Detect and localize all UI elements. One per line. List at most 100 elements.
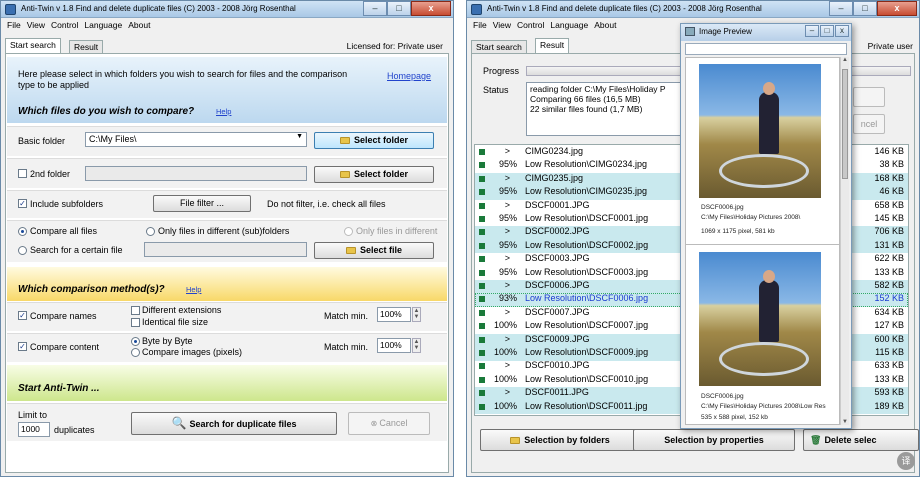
- scroll-thumb[interactable]: [842, 69, 848, 179]
- file-name: Low Resolution\DSCF0002.jpg: [525, 239, 649, 250]
- match-percent: 95%: [498, 266, 517, 277]
- cancel-button[interactable]: ncel: [853, 114, 885, 134]
- include-subfolders-label: Include subfolders: [30, 199, 104, 209]
- select-second-folder-button[interactable]: Select folder: [314, 166, 434, 183]
- translate-icon[interactable]: 译: [897, 452, 915, 470]
- preview-close-button[interactable]: x: [835, 25, 849, 37]
- license-text: Licensed for: Private user: [346, 41, 443, 51]
- section2-title: Which comparison method(s)?: [18, 284, 165, 295]
- only-diff-subfolders-radio[interactable]: [146, 227, 155, 236]
- second-folder-checkbox[interactable]: [18, 169, 27, 178]
- limit-input[interactable]: 1000: [18, 422, 50, 437]
- search-duplicates-button[interactable]: 🔍 Search for duplicate files: [131, 412, 337, 435]
- bicycle-shape: [719, 154, 809, 188]
- match-names-spinner[interactable]: ▲ ▼: [412, 307, 421, 322]
- menu-control[interactable]: Control: [51, 18, 78, 32]
- minimize-button[interactable]: –: [829, 1, 853, 16]
- menu-language[interactable]: Language: [550, 18, 588, 32]
- menu-about[interactable]: About: [128, 18, 150, 32]
- file-size: 634 KB: [874, 306, 904, 317]
- match-percent: 95%: [498, 213, 517, 223]
- maximize-button[interactable]: □: [387, 1, 411, 16]
- cancel-icon: ⊗: [370, 419, 378, 428]
- preview-title-bar[interactable]: Image Preview – □ x: [681, 24, 851, 41]
- preview-divider: [686, 244, 839, 245]
- homepage-link[interactable]: Homepage: [387, 71, 431, 81]
- byte-by-byte-radio[interactable]: [131, 337, 140, 346]
- only-diff-folders-label: Only files in different: [356, 226, 438, 236]
- match-content-spinner[interactable]: ▲ ▼: [412, 338, 421, 353]
- compare-all-radio[interactable]: [18, 227, 27, 236]
- preview-toolbar: [685, 43, 847, 55]
- match-percent: >: [504, 387, 510, 398]
- basic-folder-label: Basic folder: [18, 136, 66, 146]
- second-folder-combo[interactable]: [85, 166, 307, 181]
- tab-start-search[interactable]: Start search: [5, 38, 61, 54]
- only-diff-folders-radio[interactable]: [344, 227, 353, 236]
- section1-title: Which files do you wish to compare?: [18, 106, 195, 117]
- search-file-input[interactable]: [144, 242, 307, 257]
- menu-view[interactable]: View: [27, 18, 45, 32]
- second-folder-label: 2nd folder: [30, 169, 71, 179]
- close-button[interactable]: x: [877, 1, 917, 16]
- close-button[interactable]: x: [411, 1, 451, 16]
- basic-folder-value: C:\My Files\: [89, 134, 137, 144]
- match-names-input[interactable]: 100%: [377, 307, 411, 322]
- file-size: 582 KB: [874, 280, 904, 290]
- file-name: Low Resolution\DSCF0010.jpg: [525, 373, 649, 384]
- file-filter-button[interactable]: File filter ...: [153, 195, 251, 212]
- menu-control[interactable]: Control: [517, 18, 544, 32]
- search-file-radio[interactable]: [18, 246, 27, 255]
- scroll-up-icon[interactable]: ▲: [841, 57, 849, 63]
- file-name: DSCF0011.JPG: [525, 387, 589, 398]
- progress-label: Progress: [483, 66, 520, 76]
- identical-size-checkbox[interactable]: [131, 318, 140, 327]
- file-size: 133 KB: [874, 373, 904, 384]
- file-size: 189 KB: [874, 400, 904, 411]
- tab-result[interactable]: Result: [69, 40, 104, 54]
- select-file-button[interactable]: Select file: [314, 242, 434, 259]
- hidden-button-1[interactable]: [853, 87, 885, 107]
- section2-help-link[interactable]: Help: [186, 285, 201, 294]
- menu-language[interactable]: Language: [84, 18, 122, 32]
- bicycle-shape: [719, 342, 809, 376]
- match-content-input[interactable]: 100%: [377, 338, 411, 353]
- chevron-down-icon[interactable]: ▼: [296, 133, 303, 140]
- left-title-bar[interactable]: Anti-Twin v 1.8 Find and delete duplicat…: [1, 1, 453, 18]
- menu-file[interactable]: File: [473, 18, 487, 32]
- file-name: DSCF0010.JPG: [525, 360, 590, 371]
- selection-by-folders-button[interactable]: Selection by folders: [480, 429, 640, 451]
- right-title-bar[interactable]: Anti-Twin v 1.8 Find and delete duplicat…: [467, 1, 919, 18]
- select-folder-button[interactable]: Select folder: [314, 132, 434, 149]
- compare-images-radio[interactable]: [131, 348, 140, 357]
- compare-content-checkbox[interactable]: ✓: [18, 342, 27, 351]
- section1-help-link[interactable]: Help: [216, 107, 231, 116]
- folder-icon: [345, 247, 356, 254]
- selection-by-properties-button[interactable]: Selection by properties: [633, 429, 795, 451]
- menu-view[interactable]: View: [493, 18, 511, 32]
- tab-start-search[interactable]: Start search: [471, 40, 527, 54]
- match-min-content-label: Match min.: [324, 342, 369, 352]
- menu-about[interactable]: About: [594, 18, 616, 32]
- cancel-button[interactable]: ⊗ Cancel: [348, 412, 430, 435]
- minimize-button[interactable]: –: [363, 1, 387, 16]
- include-subfolders-checkbox[interactable]: ✓: [18, 199, 27, 208]
- file-name: Low Resolution\DSCF0011.jpg: [525, 400, 648, 411]
- menu-file[interactable]: File: [7, 18, 21, 32]
- different-extensions-checkbox[interactable]: [131, 306, 140, 315]
- app-icon: [471, 4, 482, 15]
- preview-maximize-button[interactable]: □: [820, 25, 834, 37]
- delete-selected-button[interactable]: 🗑 Delete selec: [803, 429, 919, 451]
- preview-minimize-button[interactable]: –: [805, 25, 819, 37]
- file-name: DSCF0003.JPG: [525, 253, 590, 264]
- compare-all-label: Compare all files: [30, 226, 98, 236]
- scroll-down-icon[interactable]: ▼: [841, 419, 849, 425]
- preview-scrollbar[interactable]: ▲ ▼: [840, 57, 849, 425]
- file-size: 622 KB: [874, 253, 904, 264]
- compare-names-checkbox[interactable]: ✓: [18, 311, 27, 320]
- tab-result[interactable]: Result: [535, 38, 570, 54]
- magnifier-icon: 🔍: [171, 416, 187, 430]
- basic-folder-combo[interactable]: C:\My Files\ ▼: [85, 132, 307, 147]
- folder-icon: [339, 171, 350, 178]
- maximize-button[interactable]: □: [853, 1, 877, 16]
